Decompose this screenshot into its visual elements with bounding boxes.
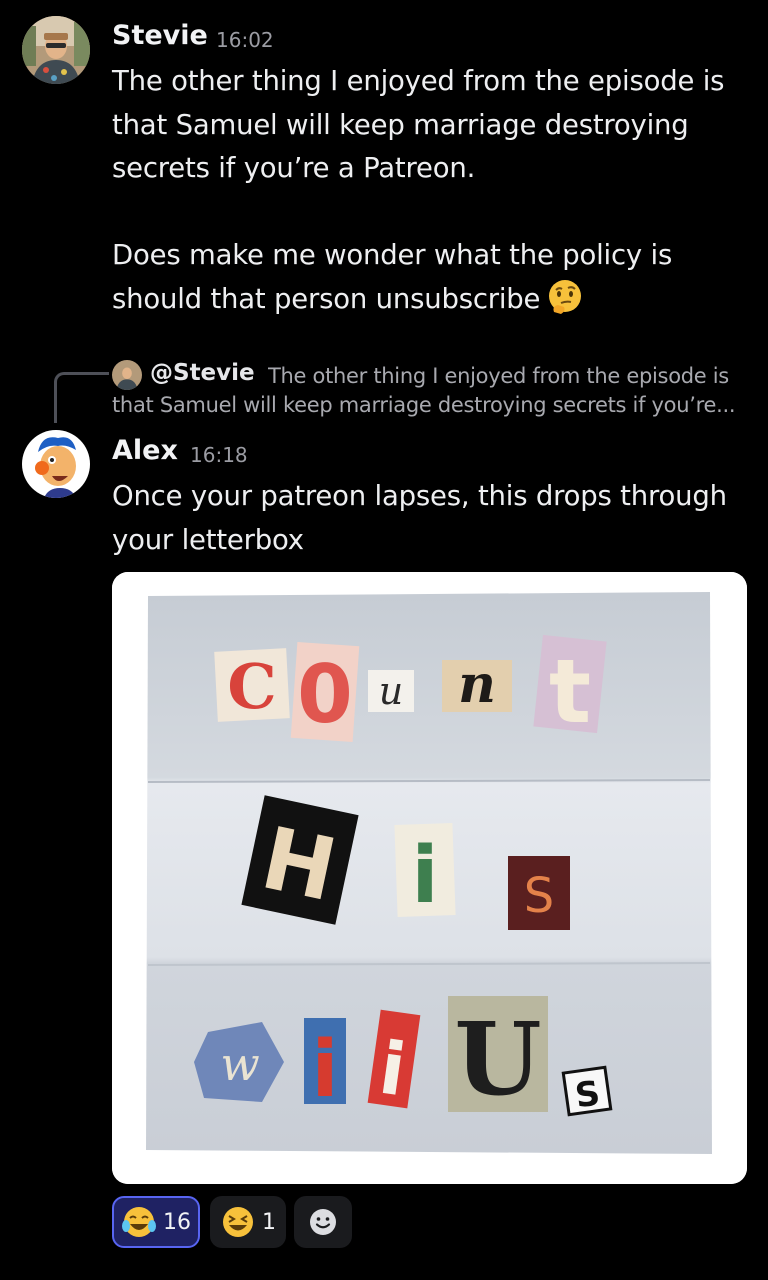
text-line: that Samuel will keep marriage destroyin… [112,108,689,141]
svg-text:S: S [524,868,554,924]
text-line: your letterbox [112,523,304,556]
reaction-count: 16 [163,1209,191,1235]
reply-connector [54,372,109,423]
svg-text:t: t [549,640,591,743]
svg-text:i: i [312,1025,339,1115]
avatar-image [22,16,90,84]
ransom-letter: n [442,654,512,715]
ransom-letter: 0 [290,641,360,743]
reply-preview[interactable]: The other thing I enjoyed from the episo… [268,364,748,388]
ransom-letter: C [214,648,290,723]
svg-text:n: n [458,654,496,715]
text-line: secrets if you’re a Patreon. [112,152,476,184]
reaction-count: 1 [262,1209,276,1235]
ransom-note-image: C 0 u n t H i S w i i U S [112,572,747,1184]
text-span: should that person unsubscribe [112,282,541,315]
add-reaction-icon [310,1209,336,1235]
thinking-face-icon [546,278,584,316]
ransom-letter: i [394,823,456,921]
message-content: The other thing I enjoyed from the episo… [112,60,752,321]
reply-avatar-stevie[interactable] [112,360,142,390]
author-name[interactable]: Stevie [112,20,208,51]
svg-text:C: C [227,650,276,723]
message-timestamp: 16:18 [190,443,248,467]
svg-text:w: w [220,1037,259,1091]
reaction-laughing[interactable]: 1 [210,1196,286,1248]
svg-text:i: i [412,831,439,921]
laughing-face-icon [223,1207,253,1237]
svg-text:u: u [379,669,403,713]
message-timestamp: 16:02 [216,28,274,52]
ransom-letter: t [533,634,607,743]
reply-mention[interactable]: @Stevie [150,360,255,386]
ransom-letter: S [561,1065,613,1116]
svg-text:U: U [454,1000,541,1118]
reaction-tears-of-joy[interactable]: 16 [112,1196,200,1248]
image-attachment[interactable]: C 0 u n t H i S w i i U S [112,572,747,1184]
reply-preview-continued[interactable]: that Samuel will keep marriage destroyin… [112,393,752,417]
text-line: should that person unsubscribe [112,278,752,322]
tears-of-joy-icon [122,1207,156,1237]
text-line: Once your patreon lapses, this drops thr… [112,480,727,512]
svg-text:0: 0 [297,648,353,741]
message-content: Once your patreon lapses, this drops thr… [112,475,752,562]
avatar-stevie[interactable] [22,16,90,84]
ransom-letter: S [508,856,570,930]
author-name[interactable]: Alex [112,435,178,466]
text-line: Does make me wonder what the policy is [112,239,673,271]
ransom-letter: U [448,996,548,1118]
ransom-letter: u [368,669,414,713]
ransom-letter: i [304,1018,346,1115]
text-line: The other thing I enjoyed from the episo… [112,65,725,97]
avatar-alex[interactable] [22,430,90,498]
avatar-image [22,430,90,498]
add-reaction-button[interactable] [294,1196,352,1248]
